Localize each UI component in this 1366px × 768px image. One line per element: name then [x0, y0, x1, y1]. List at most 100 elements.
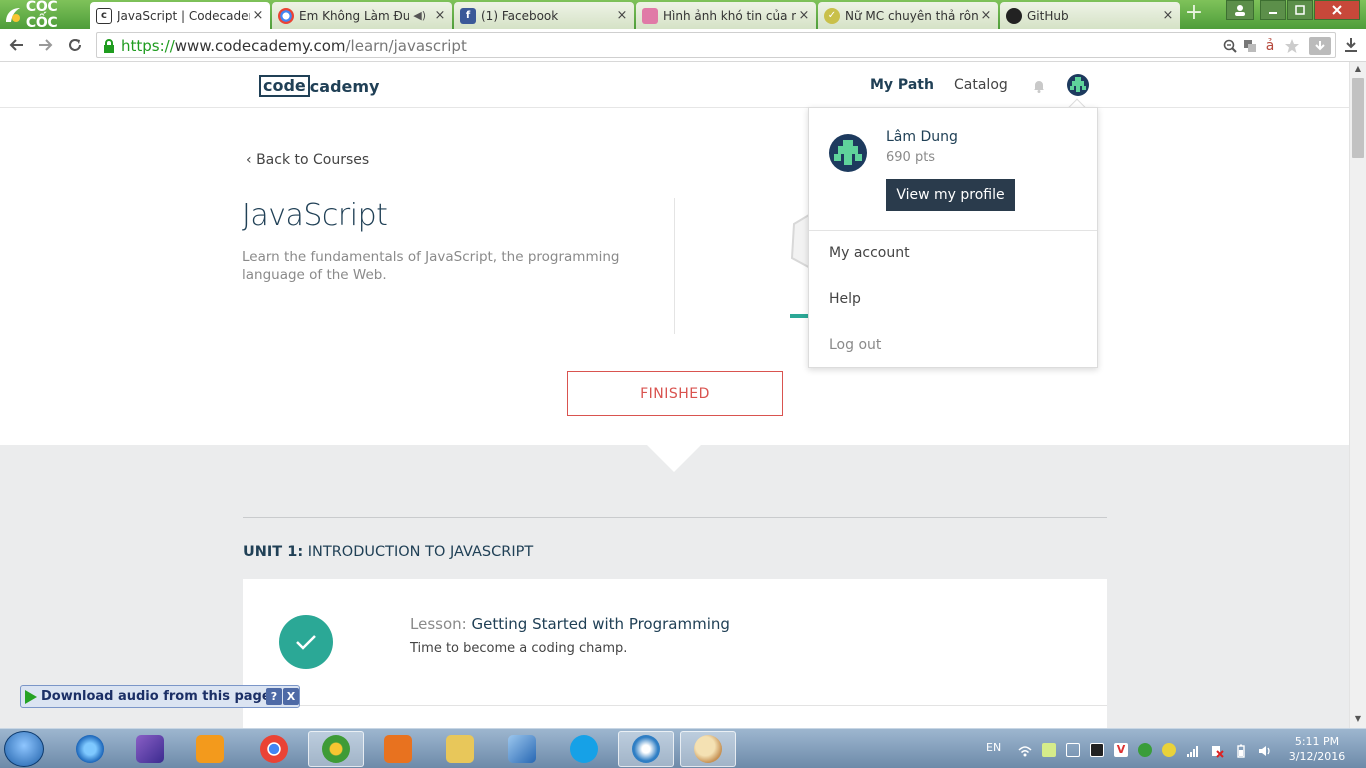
- github-icon: [1006, 7, 1022, 24]
- forward-arrow-icon[interactable]: [34, 34, 56, 56]
- tray-camera-icon[interactable]: [1090, 743, 1104, 757]
- play-icon: [25, 689, 37, 704]
- paint-icon[interactable]: [680, 731, 736, 767]
- bell-icon[interactable]: [1032, 78, 1046, 93]
- translate-icon[interactable]: [1241, 37, 1259, 55]
- back-to-courses-link[interactable]: ‹ Back to Courses: [246, 152, 369, 168]
- logo-cademy: cademy: [309, 76, 380, 96]
- vertical-scrollbar[interactable]: ▲ ▼: [1349, 62, 1366, 728]
- scroll-up-icon[interactable]: ▲: [1350, 62, 1366, 76]
- download-audio-bar: Download audio from this page ? X: [20, 685, 300, 708]
- scrollbar-thumb[interactable]: [1352, 78, 1364, 158]
- tab-github[interactable]: GitHub ×: [1000, 2, 1180, 29]
- url-path: /learn/javascript: [345, 37, 467, 55]
- visual-studio-icon[interactable]: [122, 731, 178, 767]
- back-arrow-icon[interactable]: [6, 34, 28, 56]
- file-explorer-icon[interactable]: [432, 731, 488, 767]
- download-icon[interactable]: [1309, 37, 1331, 55]
- coccoc-brand[interactable]: CỐC CỐC: [0, 0, 90, 31]
- back-label: Back to Courses: [256, 152, 370, 168]
- close-icon[interactable]: ×: [1160, 8, 1176, 23]
- address-bar: https://www.codecademy.com/learn/javascr…: [0, 29, 1366, 62]
- spelling-icon[interactable]: ả: [1261, 37, 1279, 55]
- card-divider: [243, 705, 1107, 706]
- maximize-icon[interactable]: [1287, 0, 1313, 20]
- url-text: https://www.codecademy.com/learn/javascr…: [121, 37, 467, 55]
- language-indicator[interactable]: EN: [986, 741, 1001, 754]
- internet-explorer-icon[interactable]: [62, 731, 118, 767]
- tab-title: (1) Facebook: [481, 8, 559, 23]
- codecademy-logo[interactable]: code cademy: [259, 74, 379, 98]
- help-icon[interactable]: ?: [266, 688, 282, 705]
- volume-icon[interactable]: [1258, 743, 1272, 757]
- action-center-icon[interactable]: [1210, 743, 1224, 758]
- close-icon[interactable]: ×: [250, 8, 266, 23]
- header-divider: [674, 198, 675, 334]
- battery-icon[interactable]: [1234, 743, 1248, 758]
- close-icon[interactable]: ×: [978, 8, 994, 23]
- scroll-down-icon[interactable]: ▼: [1350, 712, 1366, 726]
- network-app-icon[interactable]: [618, 731, 674, 767]
- start-button[interactable]: [4, 731, 44, 767]
- chrome-icon[interactable]: [246, 731, 302, 767]
- tray-window-icon[interactable]: [1066, 743, 1080, 757]
- pdf-reader-icon[interactable]: [370, 731, 426, 767]
- facebook-icon: f: [460, 7, 476, 24]
- status-badge[interactable]: FINISHED: [567, 371, 783, 416]
- check-icon: [279, 615, 333, 669]
- browser-tab-bar: CỐC CỐC c JavaScript | Codecademy × Em K…: [0, 0, 1366, 31]
- window-close-icon[interactable]: [1314, 0, 1360, 20]
- tray-v-icon[interactable]: V: [1114, 743, 1128, 757]
- avatar[interactable]: [1067, 74, 1089, 96]
- new-tab-button[interactable]: +: [1182, 2, 1206, 24]
- reload-icon[interactable]: [64, 34, 86, 56]
- tray-security-icon[interactable]: [1162, 743, 1176, 757]
- url-input[interactable]: https://www.codecademy.com/learn/javascr…: [96, 32, 1336, 58]
- url-scheme: https://: [121, 37, 175, 55]
- view-profile-button[interactable]: View my profile: [886, 179, 1015, 211]
- signal-bars-icon[interactable]: [1186, 743, 1200, 757]
- download-audio-button[interactable]: Download audio from this page: [41, 689, 271, 704]
- unit-divider: [243, 517, 1107, 518]
- speaker-icon[interactable]: ◀): [413, 9, 426, 22]
- menu-item-help[interactable]: Help: [829, 291, 861, 307]
- system-clock[interactable]: 5:11 PM 3/12/2016: [1284, 734, 1350, 764]
- close-icon[interactable]: ×: [796, 8, 812, 23]
- bookmark-star-icon[interactable]: [1283, 37, 1301, 55]
- tray-app-icon[interactable]: [1042, 743, 1056, 757]
- virtualbox-icon[interactable]: [494, 731, 550, 767]
- course-description: Learn the fundamentals of JavaScript, th…: [242, 249, 620, 283]
- tab-title: GitHub: [1027, 8, 1069, 23]
- close-icon[interactable]: ×: [614, 8, 630, 23]
- close-icon[interactable]: X: [283, 688, 299, 705]
- profile-icon[interactable]: [1226, 0, 1254, 20]
- skype-icon[interactable]: [556, 731, 612, 767]
- lesson-card[interactable]: Lesson: Getting Started with Programming…: [243, 579, 1107, 728]
- tab-codecademy[interactable]: c JavaScript | Codecademy ×: [90, 2, 270, 29]
- zoom-icon[interactable]: [1221, 37, 1239, 55]
- chrome-icon: [278, 7, 294, 24]
- close-icon[interactable]: ×: [432, 8, 448, 23]
- minimize-icon[interactable]: [1260, 0, 1286, 20]
- tab-title: Nữ MC chuyên thả rông: [845, 8, 978, 23]
- media-player-icon[interactable]: [182, 731, 238, 767]
- tab-nu-mc[interactable]: ✓ Nữ MC chuyên thả rông ×: [818, 2, 998, 29]
- lesson-title[interactable]: Lesson: Getting Started with Programming: [410, 615, 730, 633]
- tab-em-khong-lam-duoc[interactable]: Em Không Làm Được ◀) ×: [272, 2, 452, 29]
- tab-hinh-anh[interactable]: Hình ảnh khó tin của nữ ×: [636, 2, 816, 29]
- news-icon: ✓: [824, 7, 840, 24]
- user-points: 690 pts: [886, 150, 936, 165]
- lock-icon: [102, 38, 116, 53]
- menu-item-log-out[interactable]: Log out: [829, 337, 881, 353]
- dropdown-divider: [809, 230, 1097, 231]
- tray-network-icon[interactable]: [1138, 743, 1152, 757]
- wifi-icon[interactable]: [1018, 743, 1032, 757]
- menu-item-my-account[interactable]: My account: [829, 245, 910, 261]
- nav-catalog[interactable]: Catalog: [954, 77, 1008, 93]
- unit-name: INTRODUCTION TO JAVASCRIPT: [307, 544, 534, 560]
- coccoc-browser-icon[interactable]: [308, 731, 364, 767]
- downloads-menu-icon[interactable]: [1340, 34, 1362, 56]
- nav-my-path[interactable]: My Path: [870, 77, 934, 93]
- clock-time: 5:11 PM: [1294, 735, 1340, 748]
- tab-facebook[interactable]: f (1) Facebook ×: [454, 2, 634, 29]
